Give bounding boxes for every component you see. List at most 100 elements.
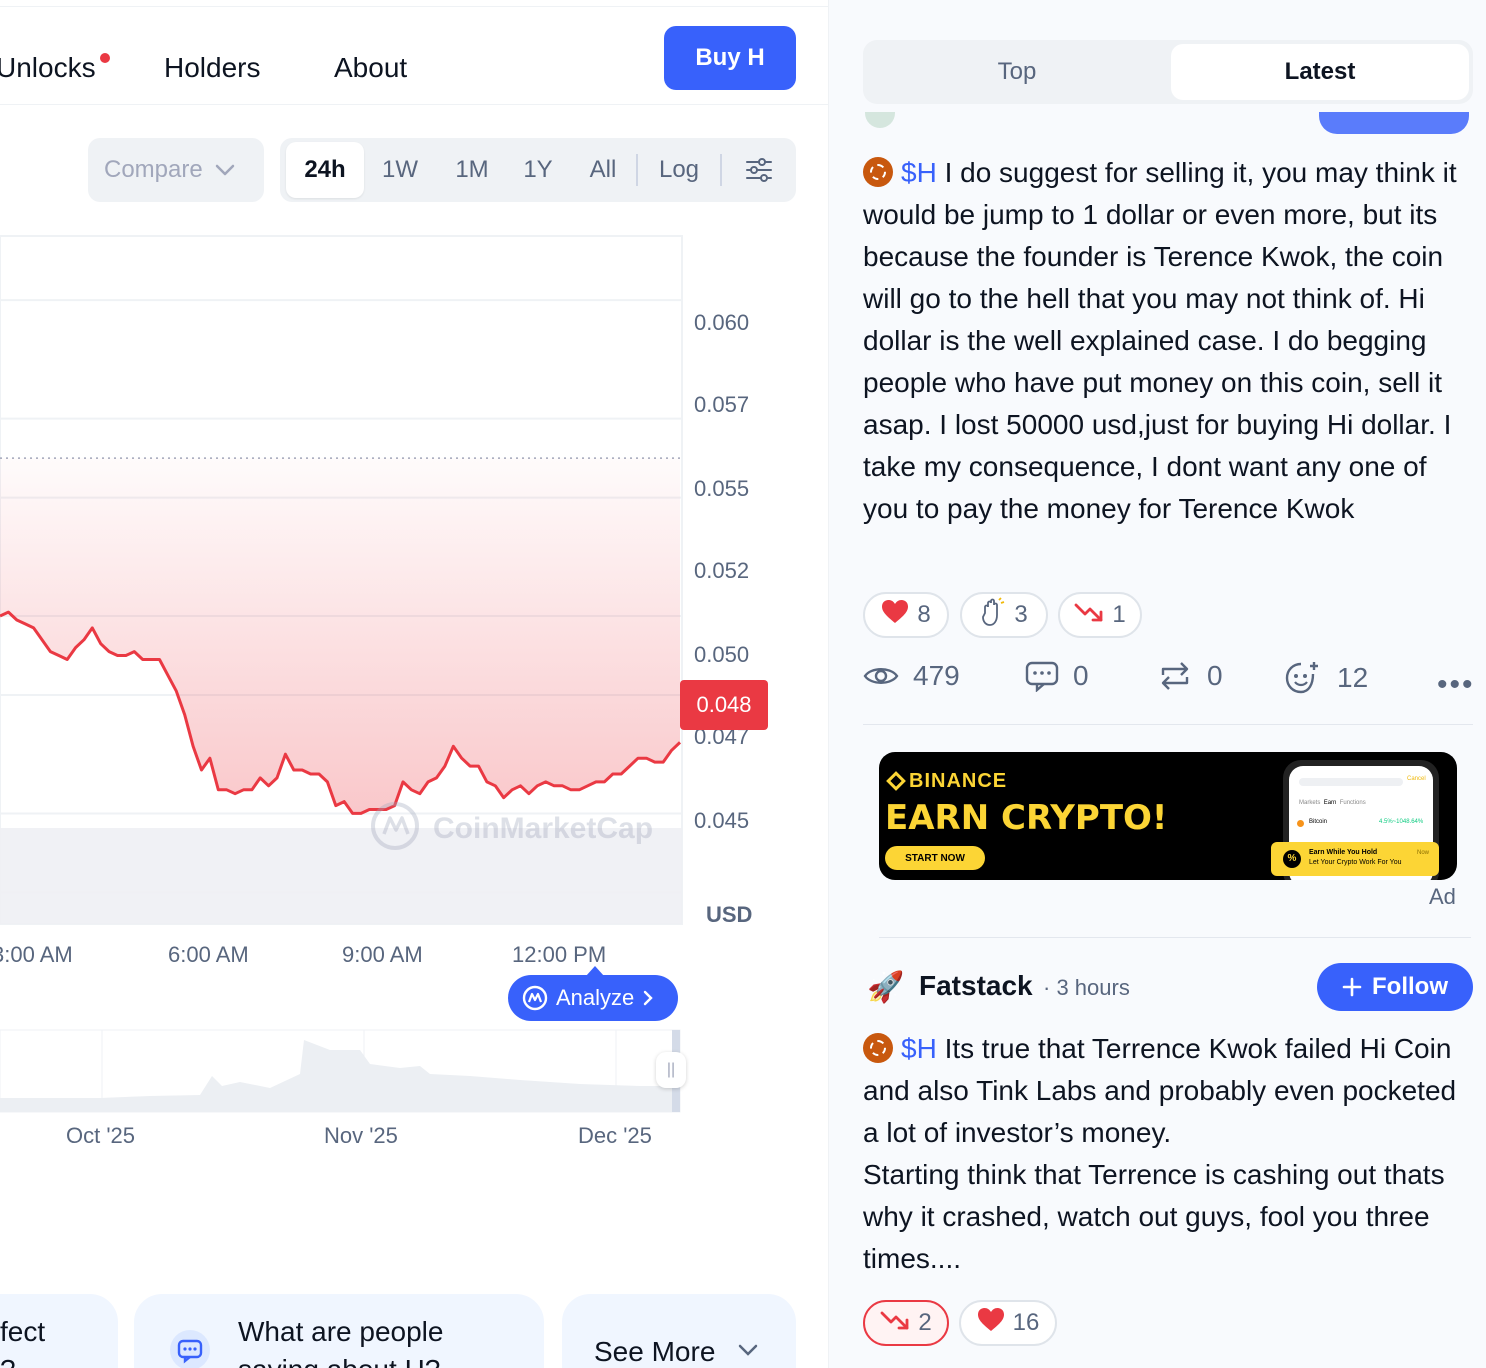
navigator-drag-handle[interactable]: || [656,1052,686,1088]
ad-brand: BINANCE [886,770,1008,793]
see-more-label: See More [594,1336,716,1367]
navigator-tick-label: Nov '25 [324,1123,398,1148]
ticker-link[interactable]: $H [901,1033,937,1064]
y-tick-label: 0.057 [694,392,750,417]
prompt-card-text: saying about H? [238,1354,440,1368]
ad-screen-tab: Markets [1299,800,1321,806]
comments-count: 0 [1073,660,1089,691]
author-name[interactable]: Fatstack [919,970,1033,1002]
y-tick-label: 0.050 [694,642,750,667]
ad-earn-banner: % Now Earn While You Hold Let Your Crypt… [1271,842,1439,876]
reaction-count: 3 [1014,601,1028,628]
current-price-tag: 0.048 [680,680,768,730]
rocket-avatar-icon[interactable]: 🚀 [867,970,904,1005]
ad-brand-label: BINANCE [909,770,1008,792]
chevron-down-icon [738,1344,758,1356]
ad-banner-action: Now [1417,850,1430,856]
reaction-count: 1 [1112,601,1126,628]
feed-sort-toggle: Top Latest [863,40,1473,104]
y-tick-label: 0.052 [694,558,750,583]
x-tick-label: 12:00 PM [512,942,607,967]
eye-icon [863,668,899,684]
prompt-card-text: ? [0,1354,16,1368]
see-more-card[interactable]: See More [562,1294,796,1368]
analyze-button[interactable]: Analyze [508,975,678,1021]
post-body: $H I do suggest for selling it, you may … [863,152,1477,530]
ai-analyze-icon [522,985,548,1011]
post-divider [879,937,1471,938]
post-timestamp: · 3 hours [1043,975,1130,1000]
more-options-button[interactable]: ••• [1437,668,1475,702]
ad-screen-apr: 4.5%~1048.64% [1379,819,1424,825]
coin-icon [863,1033,893,1063]
follow-label: Follow [1372,973,1448,1000]
views-count: 479 [913,660,960,691]
trend-down-icon [1074,601,1104,630]
reaction-clap[interactable]: 3 [960,592,1048,638]
follow-button-clipped[interactable] [1319,112,1469,134]
reposts-count: 0 [1207,660,1223,691]
ad-label: Ad [1429,884,1456,909]
ad-cta-button[interactable]: START NOW [885,846,985,870]
post-body: $H Its true that Terrence Kwok failed Hi… [863,1028,1477,1280]
ad-screen-tabs: Markets Earn Functions [1299,800,1366,806]
ad-screen-asset: Bitcoin [1309,819,1328,825]
currency-label: USD [706,902,753,927]
range-navigator [0,1029,681,1113]
binance-ad-banner[interactable]: BINANCE EARN CRYPTO! START NOW Cancel Ma… [879,752,1457,880]
coin-icon [863,157,893,187]
tab-latest[interactable]: Latest [1171,44,1469,100]
follow-button[interactable]: Follow [1317,963,1473,1011]
reaction-count: 16 [1012,1309,1040,1336]
analyze-label: Analyze [556,985,635,1010]
ticker-link[interactable]: $H [901,157,937,188]
watermark-text: CoinMarketCap [433,812,653,845]
heart-icon [977,1307,1005,1340]
community-feed: Top Latest $H I do suggest for selling i… [828,0,1486,1368]
y-tick-label: 0.045 [694,808,750,833]
x-tick-label: 3:00 AM [0,942,73,967]
repost-button[interactable]: 0 [1157,660,1223,692]
market-panel: Unlocks Holders About Buy H Compare 24h … [0,0,828,1368]
navigator-tick-label: Oct '25 [66,1123,136,1148]
ad-screen-tab: Functions [1339,800,1366,806]
reaction-heart[interactable]: 8 [863,592,949,638]
bitcoin-icon [1297,820,1304,827]
ad-screen-tab: Earn [1323,800,1337,806]
price-area-fill [0,458,680,814]
post-text: Starting think that Terrence is cashing … [863,1159,1445,1274]
heart-icon [881,599,909,632]
reaction-heart[interactable]: 16 [959,1300,1057,1346]
post-divider [863,724,1473,725]
prompt-card-text: fect [0,1316,46,1347]
ad-banner-title: Earn While You Hold [1309,849,1378,856]
reactions-count: 12 [1337,662,1369,693]
prompt-card-people-saying[interactable]: What are people saying about H? [134,1294,544,1368]
add-reaction-button[interactable]: 12 [1285,660,1368,696]
x-tick-label: 9:00 AM [342,942,423,967]
plus-icon [1342,977,1362,997]
comment-button[interactable]: 0 [1025,660,1089,692]
binance-logo-icon [886,771,906,791]
post-text: I do suggest for selling it, you may thi… [863,157,1457,524]
reaction-count: 8 [917,601,931,628]
percent-icon: % [1283,850,1301,868]
y-tick-label: 0.060 [694,310,750,335]
reaction-bearish[interactable]: 2 [863,1300,949,1346]
x-tick-label: 6:00 AM [168,942,249,967]
reaction-bearish[interactable]: 1 [1058,592,1142,638]
emoji-add-icon [1285,662,1318,694]
prompt-card[interactable]: fect ? [0,1294,118,1368]
avatar-clipped [865,112,895,128]
chevron-right-icon [644,990,653,1006]
ad-screen-cancel: Cancel [1407,776,1426,782]
repost-icon [1161,662,1189,690]
ad-banner-subtitle: Let Your Crypto Work For You [1309,859,1402,866]
reaction-count: 2 [918,1309,932,1336]
views-stat: 479 [863,660,960,692]
prompt-card-text: What are people [238,1316,444,1347]
comment-icon [1025,661,1059,692]
tab-top[interactable]: Top [867,44,1167,100]
ad-title: EARN CRYPTO! [885,798,1168,838]
clap-icon [980,596,1006,634]
